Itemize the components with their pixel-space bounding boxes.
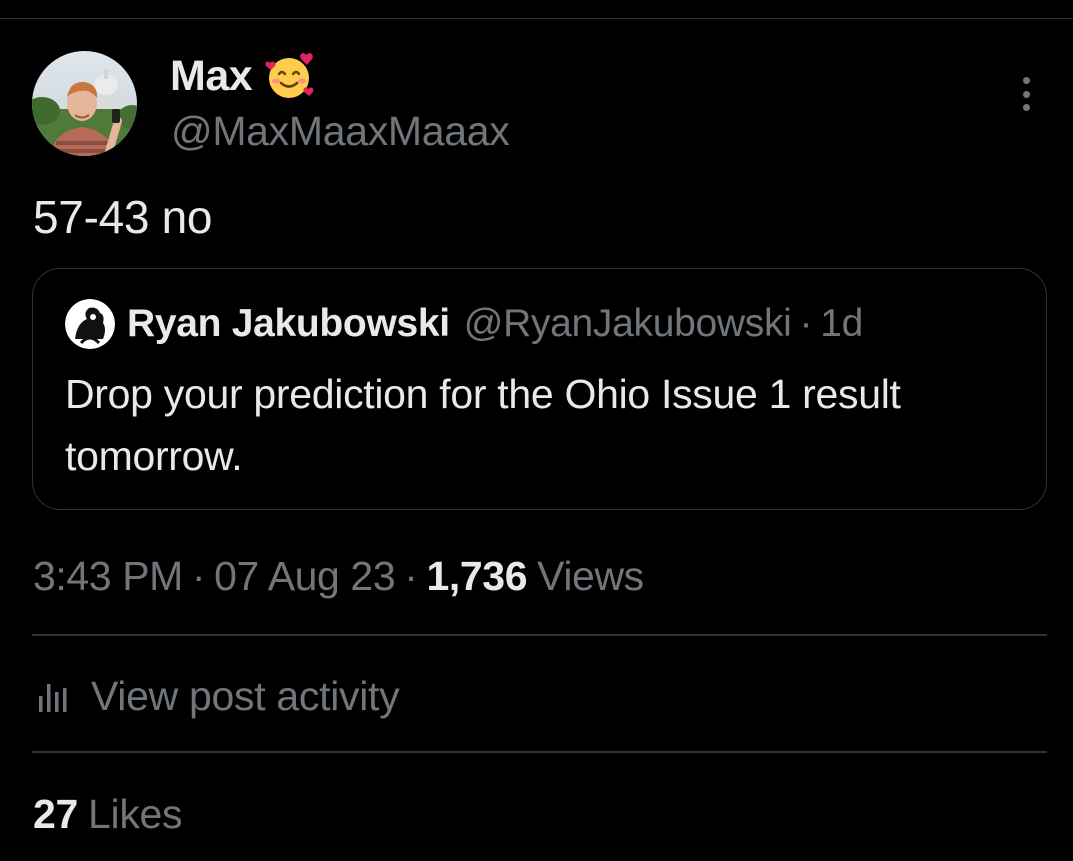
- smiling-face-with-hearts-icon: [265, 53, 314, 98]
- quoted-post-text: Drop your prediction for the Ohio Issue …: [65, 371, 901, 479]
- quoted-post[interactable]: Ryan Jakubowski @RyanJakubowski · 1d Dro…: [32, 268, 1047, 510]
- more-options-icon-dot: [1022, 77, 1030, 84]
- views-count: 1,736: [426, 552, 528, 599]
- quoted-author-name: Ryan Jakubowski: [127, 302, 450, 345]
- quoted-avatar-image: [65, 299, 115, 349]
- top-divider: [0, 18, 1073, 19]
- analytics-bars-icon: [39, 684, 67, 712]
- author-avatar[interactable]: [32, 51, 137, 156]
- views-label: Views: [537, 552, 644, 599]
- post-text: 57-43 no: [33, 191, 213, 243]
- view-post-activity-button[interactable]: View post activity: [37, 668, 400, 724]
- meta-separator: ·: [191, 552, 206, 599]
- author-display-name[interactable]: Max: [170, 52, 253, 101]
- meta-separator: ·: [404, 552, 418, 599]
- author-name-row: Max: [170, 50, 316, 102]
- quoted-author-avatar: [65, 299, 115, 349]
- more-options-icon-dot: [1022, 90, 1030, 98]
- post-date[interactable]: 07 Aug 23: [214, 553, 395, 600]
- quoted-post-header: Ryan Jakubowski @RyanJakubowski · 1d: [65, 299, 863, 349]
- quoted-author-handle: @RyanJakubowski: [463, 302, 792, 345]
- likes-link[interactable]: 27 Likes: [33, 786, 183, 842]
- divider: [32, 751, 1047, 753]
- author-handle[interactable]: @MaxMaaxMaaax: [171, 108, 510, 155]
- likes-label: Likes: [88, 790, 183, 837]
- avatar-photo: [32, 51, 137, 156]
- post-time[interactable]: 3:43 PM: [33, 553, 183, 600]
- quoted-separator: ·: [799, 302, 813, 345]
- post-meta: 3:43 PM · 07 Aug 23 · 1,736 Views: [33, 548, 644, 604]
- more-options-icon-dot: [1022, 104, 1030, 111]
- more-options-button[interactable]: [1008, 74, 1044, 114]
- quoted-timestamp: 1d: [820, 302, 863, 345]
- divider: [32, 634, 1047, 636]
- view-post-activity-label: View post activity: [91, 672, 400, 719]
- likes-count: 27: [33, 790, 79, 837]
